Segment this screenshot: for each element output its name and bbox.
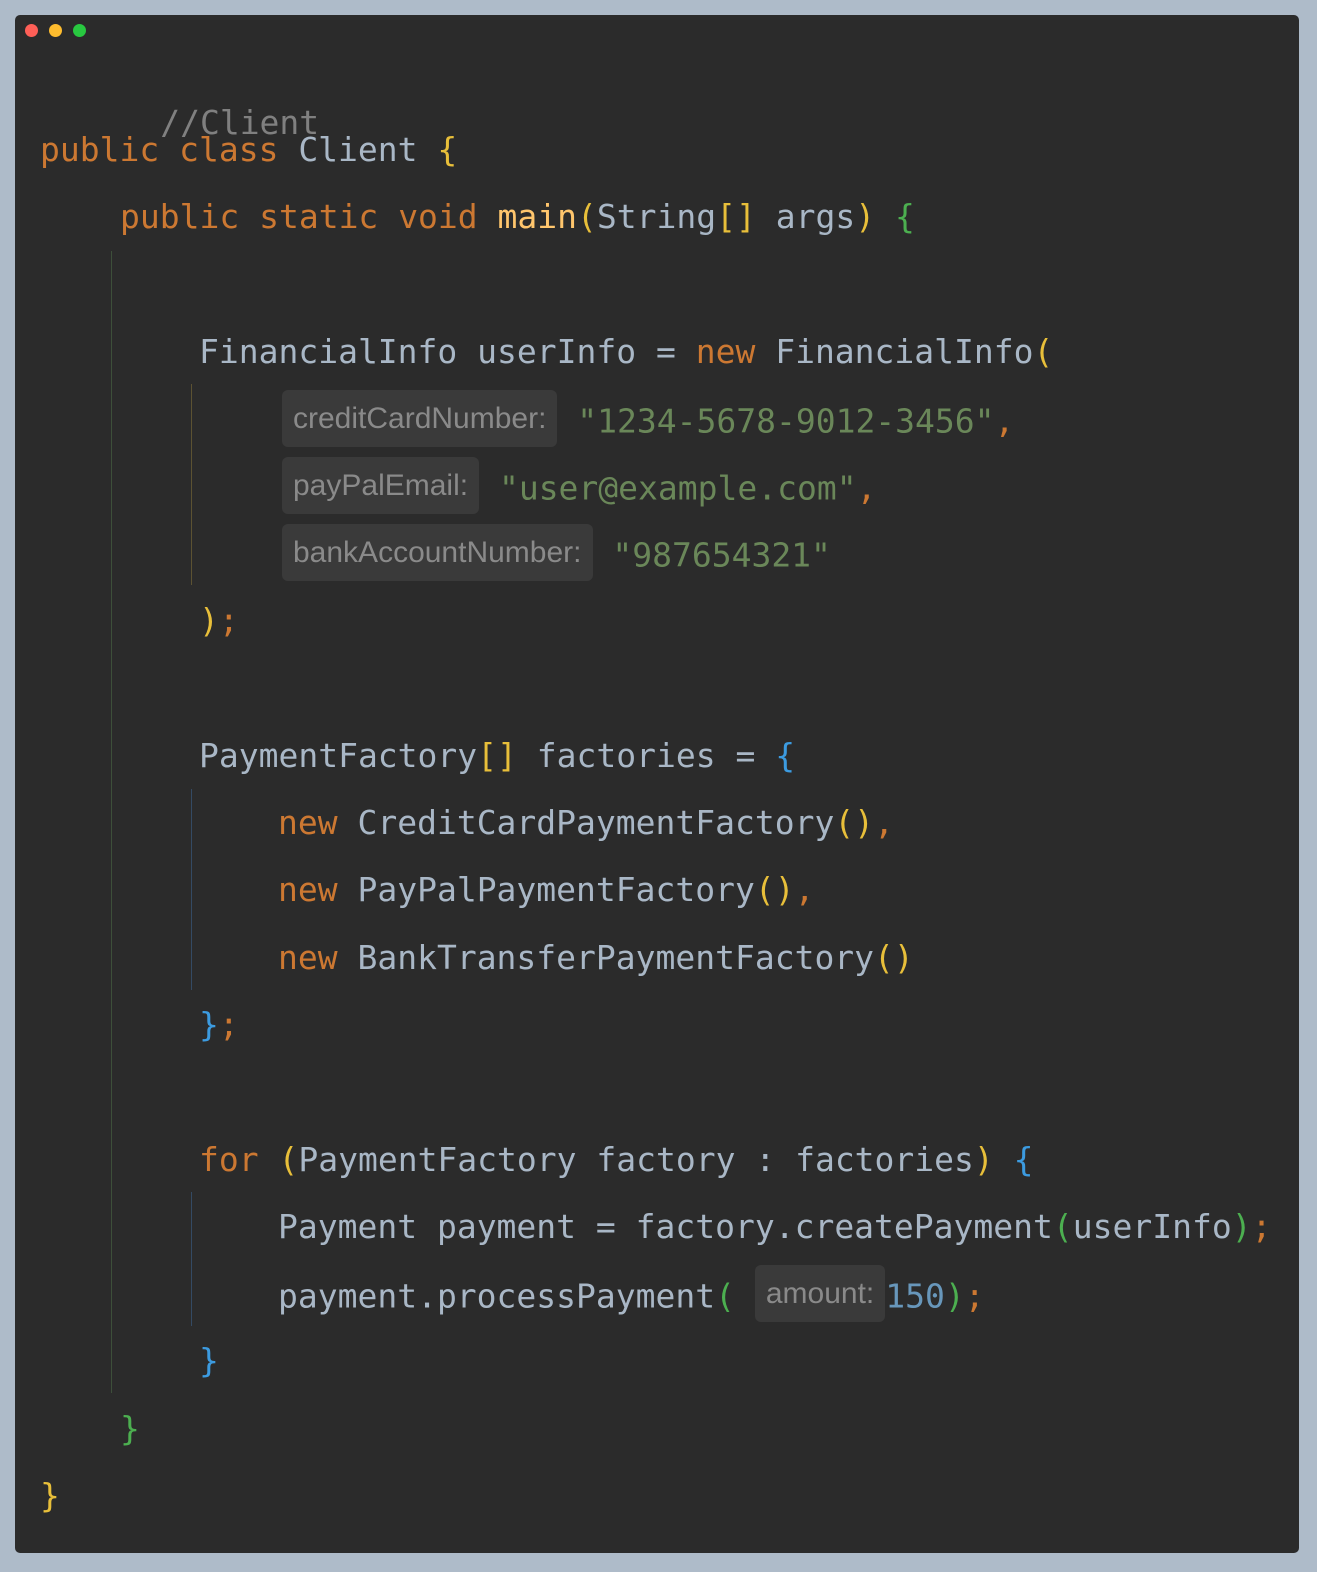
type-name: FinancialInfo	[199, 332, 458, 371]
code-window: //Client public class Client { public st…	[15, 15, 1299, 1553]
code-line-9: );	[199, 601, 239, 641]
inlay-hint-credit-card: creditCardNumber:	[282, 390, 558, 447]
keyword-new: new	[695, 332, 756, 371]
semicolon: ;	[218, 601, 239, 640]
code-line-22: }	[40, 1476, 60, 1516]
brace: {	[437, 130, 458, 169]
comma: ,	[994, 401, 1015, 441]
paren: (	[715, 1276, 735, 1316]
method-call: factory.createPayment	[635, 1207, 1053, 1246]
code-line-11: PaymentFactory[] factories = {	[199, 736, 796, 775]
brace: }	[199, 1005, 219, 1044]
minimize-window-button[interactable]	[49, 24, 62, 37]
string-literal: "987654321"	[612, 535, 831, 575]
paren: (	[577, 197, 597, 236]
type-name: PaymentFactory	[199, 736, 478, 775]
code-line-18: Payment payment = factory.createPayment(…	[278, 1207, 1272, 1246]
paren: ()	[874, 938, 914, 977]
type-name: FinancialInfo	[775, 332, 1034, 371]
string-literal: "user@example.com"	[498, 468, 857, 508]
method-call: payment.processPayment	[278, 1276, 716, 1316]
brace: }	[199, 1341, 219, 1380]
bracket: []	[716, 197, 756, 236]
brace: {	[894, 197, 915, 236]
bracket: []	[477, 736, 517, 775]
code-line-2: public class Client {	[40, 130, 457, 170]
semicolon: ;	[964, 1276, 985, 1316]
indent-guide-args	[191, 384, 192, 585]
keyword-static: static	[259, 197, 379, 236]
indent-guide-main	[111, 251, 112, 1393]
paren: (	[278, 1140, 299, 1179]
paren: (	[1052, 1207, 1073, 1246]
keyword-for: for	[199, 1140, 259, 1179]
code-line-14: new BankTransferPaymentFactory()	[278, 938, 914, 978]
semicolon: ;	[218, 1005, 239, 1044]
code-line-13: new PayPalPaymentFactory(),	[278, 870, 814, 910]
brace: }	[40, 1476, 60, 1515]
type-name: PayPalPaymentFactory	[357, 870, 755, 909]
variable-name: payment	[436, 1207, 577, 1246]
comma: ,	[794, 870, 815, 909]
inlay-hint-paypal: payPalEmail:	[282, 457, 480, 514]
inlay-hint-amount: amount:	[754, 1265, 886, 1322]
keyword-new: new	[278, 938, 338, 977]
code-line-5: FinancialInfo userInfo = new FinancialIn…	[199, 332, 1054, 371]
type-name: Payment	[278, 1207, 418, 1246]
paren: ()	[754, 870, 795, 909]
code-line-8: bankAccountNumber: "987654321"	[282, 524, 831, 581]
close-window-button[interactable]	[25, 24, 38, 37]
keyword-public: public	[40, 130, 160, 169]
indent-guide-array	[191, 789, 192, 990]
code-line-6: creditCardNumber: "1234-5678-9012-3456",	[282, 390, 1015, 447]
method-name: main	[497, 197, 578, 236]
type-name: BankTransferPaymentFactory	[357, 938, 875, 977]
keyword-void: void	[398, 197, 478, 236]
code-line-20: }	[199, 1341, 219, 1381]
inlay-hint-bank: bankAccountNumber:	[282, 524, 593, 581]
brace: {	[775, 736, 796, 775]
code-line-1: //Client	[41, 63, 319, 142]
maximize-window-button[interactable]	[73, 24, 86, 37]
paren: (	[1033, 332, 1054, 371]
code-line-7: payPalEmail: "user@example.com",	[282, 457, 877, 514]
param-name: args	[775, 197, 856, 236]
comma: ,	[856, 468, 877, 508]
indent-guide-loop	[191, 1192, 192, 1326]
brace: }	[120, 1409, 140, 1448]
comma: ,	[874, 803, 894, 842]
paren: )	[199, 601, 219, 640]
keyword-new: new	[278, 870, 338, 909]
type-name: String	[596, 197, 717, 236]
paren: )	[944, 1276, 965, 1316]
paren: ()	[834, 803, 875, 842]
keyword-class: class	[179, 130, 279, 169]
number-literal: 150	[885, 1276, 945, 1316]
semicolon: ;	[1251, 1207, 1272, 1246]
variable-name: factory	[596, 1140, 736, 1179]
variable-name: factories	[536, 736, 716, 775]
paren: )	[855, 197, 876, 236]
string-literal: "1234-5678-9012-3456"	[577, 401, 995, 441]
keyword-public: public	[120, 197, 240, 236]
class-name: Client	[298, 130, 418, 169]
paren: )	[973, 1140, 994, 1179]
paren: )	[1231, 1207, 1252, 1246]
variable-name: userInfo	[477, 332, 637, 371]
code-line-21: }	[120, 1409, 140, 1449]
keyword-new: new	[278, 803, 338, 842]
code-line-12: new CreditCardPaymentFactory(),	[278, 803, 894, 843]
type-name: PaymentFactory	[298, 1140, 577, 1179]
brace: {	[1013, 1140, 1034, 1179]
code-line-15: };	[199, 1005, 239, 1045]
code-line-19: payment.processPayment( amount: 150);	[278, 1265, 985, 1322]
variable-name: userInfo	[1072, 1207, 1232, 1246]
type-name: CreditCardPaymentFactory	[357, 803, 835, 842]
variable-name: factories	[795, 1140, 974, 1179]
code-line-3: public static void main(String[] args) {	[120, 197, 915, 237]
code-line-17: for (PaymentFactory factory : factories)…	[199, 1140, 1034, 1179]
